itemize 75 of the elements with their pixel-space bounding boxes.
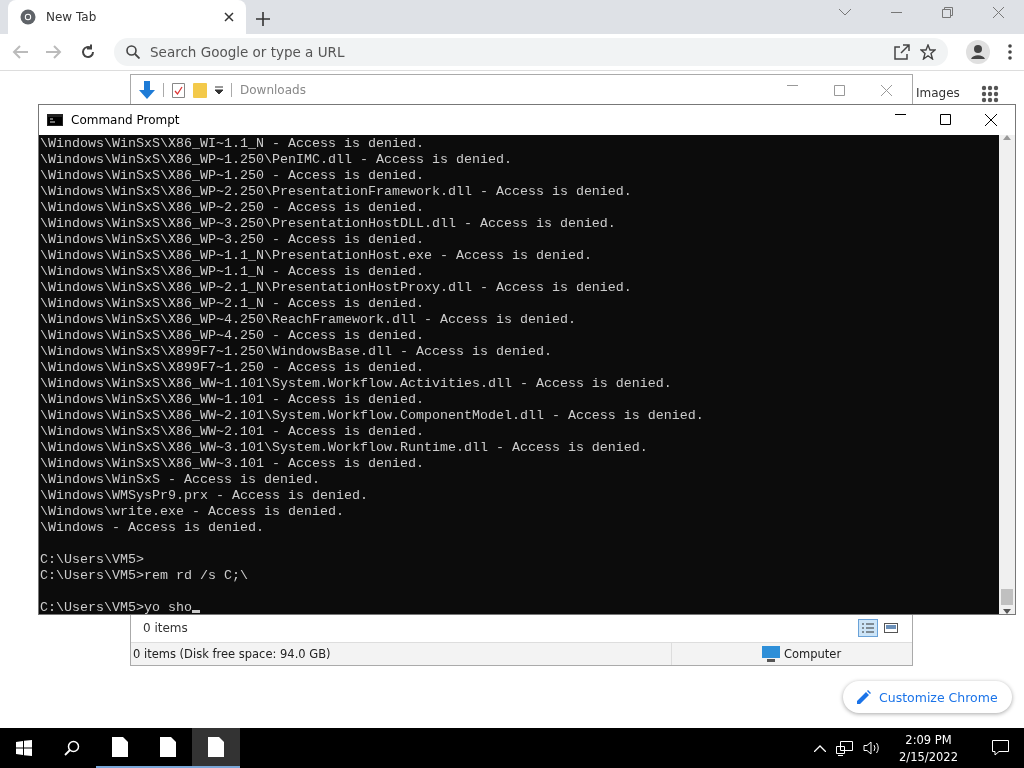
chrome-logo-icon xyxy=(20,9,36,25)
windows-logo-icon xyxy=(16,740,32,756)
console-line: \Windows\WinSxS\X86_WP~1.1_N\PresentationHost.exe - Access is denied. xyxy=(40,248,592,264)
console-line: \Windows\WinSxS\X86_WP~1.250 - Access is denied. xyxy=(40,168,424,184)
tab-title: New Tab xyxy=(46,10,98,24)
console-line: \Windows\WinSxS\X899F7~1.250\WindowsBase.dll - Access is denied. xyxy=(40,344,552,360)
console-line: \Windows\WinSxS\X86_WP~1.1_N - Access is denied. xyxy=(40,264,424,280)
notification-icon[interactable] xyxy=(991,740,1009,756)
scrollbar-thumb[interactable] xyxy=(1001,589,1013,605)
console-line: \Windows\WinSxS\X86_WW~2.101\System.Workflow.ComponentModel.dll - Access is denied. xyxy=(40,408,704,424)
customize-chrome-button[interactable]: Customize Chrome xyxy=(843,681,1012,713)
document-icon xyxy=(160,737,176,757)
computer-icon xyxy=(762,646,780,662)
console-line: \Windows\WinSxS - Access is denied. xyxy=(40,472,320,488)
console-line: C:\Users\VM5> xyxy=(40,552,144,568)
window-title: Downloads xyxy=(240,83,306,97)
close-icon[interactable] xyxy=(224,12,234,22)
console-line: \Windows\WinSxS\X86_WW~3.101\System.Workflow.Runtime.dll - Access is denied. xyxy=(40,440,648,456)
address-bar[interactable]: Search Google or type a URL xyxy=(114,38,948,66)
chevron-up-icon[interactable] xyxy=(814,744,827,752)
console-line: \Windows\WinSxS\X86_WI~1.1_N - Access is denied. xyxy=(40,136,424,152)
console-line: \Windows\WinSxS\X899F7~1.250 - Access is denied. xyxy=(40,360,424,376)
console-line: \Windows\WinSxS\X86_WP~2.250 - Access is denied. xyxy=(40,200,424,216)
maximize-icon[interactable] xyxy=(940,114,951,125)
time: 2:09 PM xyxy=(905,732,952,747)
clock[interactable]: 2:09 PM 2/15/2022 xyxy=(899,732,958,764)
console-line: \Windows\WinSxS\X86_WP~1.250\PenIMC.dll - Access is denied. xyxy=(40,152,512,168)
console-line: \Windows\WinSxS\X86_WW~2.101 - Access is denied. xyxy=(40,424,424,440)
profile-icon[interactable] xyxy=(966,40,990,64)
taskbar-app[interactable] xyxy=(192,728,240,768)
location-text: Computer xyxy=(784,647,842,661)
pencil-icon xyxy=(857,690,871,704)
status-text: 0 items (Disk free space: 94.0 GB) xyxy=(133,647,331,661)
console-line: \Windows\WinSxS\X86_WP~2.1_N\PresentationHostProxy.dll - Access is denied. xyxy=(40,280,632,296)
search-icon xyxy=(126,45,140,59)
share-icon[interactable] xyxy=(894,44,910,60)
console-line: \Windows\WinSxS\X86_WP~3.250\PresentationHostDLL.dll - Access is denied. xyxy=(40,216,616,232)
new-tab-icon[interactable] xyxy=(256,12,270,26)
minimize-icon[interactable] xyxy=(787,84,798,86)
minimize-icon[interactable] xyxy=(891,11,902,13)
console-line: C:\Users\VM5>rem rd /s C;\ xyxy=(40,568,248,584)
console-line: \Windows\WinSxS\X86_WW~1.101\System.Workflow.Activities.dll - Access is denied. xyxy=(40,376,672,392)
images-link[interactable]: Images xyxy=(916,86,960,100)
search-icon xyxy=(64,740,80,756)
document-icon xyxy=(208,737,224,757)
chevron-down-icon[interactable] xyxy=(839,8,851,16)
date: 2/15/2022 xyxy=(899,749,958,764)
scroll-down-icon[interactable] xyxy=(1003,609,1011,614)
reload-icon[interactable] xyxy=(80,44,96,60)
network-icon[interactable] xyxy=(836,740,854,756)
console-line: \Windows\WinSxS\X86_WP~2.250\PresentationFramework.dll - Access is denied. xyxy=(40,184,632,200)
console-icon xyxy=(47,114,63,126)
browser-tab[interactable]: New Tab xyxy=(8,0,246,34)
speaker-icon[interactable] xyxy=(863,741,882,755)
item-count: 0 items xyxy=(143,621,188,635)
apps-grid-icon[interactable] xyxy=(981,85,999,103)
console-line: \Windows\WinSxS\X86_WW~3.101 - Access is denied. xyxy=(40,456,424,472)
console-line: \Windows\WinSxS\X86_WP~2.1_N - Access is denied. xyxy=(40,296,424,312)
console-line: C:\Users\VM5>yo sho xyxy=(40,600,200,614)
console-line: \Windows - Access is denied. xyxy=(40,520,264,536)
properties-icon[interactable] xyxy=(172,82,185,98)
console-line: \Windows\WinSxS\X86_WP~3.250 - Access is denied. xyxy=(40,232,424,248)
console-line: \Windows\WinSxS\X86_WP~4.250\ReachFramework.dll - Access is denied. xyxy=(40,312,576,328)
menu-icon[interactable] xyxy=(1008,44,1012,60)
dropdown-icon[interactable] xyxy=(215,86,223,94)
console-line: \Windows\WMSysPr9.prx - Access is denied. xyxy=(40,488,368,504)
restore-icon[interactable] xyxy=(942,6,953,18)
document-icon xyxy=(112,737,128,757)
console-line: \Windows\WinSxS\X86_WP~4.250 - Access is denied. xyxy=(40,328,424,344)
window-title: Command Prompt xyxy=(71,113,180,127)
console-line: \Windows\WinSxS\X86_WW~1.101 - Access is denied. xyxy=(40,392,424,408)
download-arrow-icon xyxy=(139,81,155,99)
close-icon[interactable] xyxy=(985,114,997,126)
star-icon[interactable] xyxy=(920,44,936,60)
console-line: \Windows\write.exe - Access is denied. xyxy=(40,504,344,520)
